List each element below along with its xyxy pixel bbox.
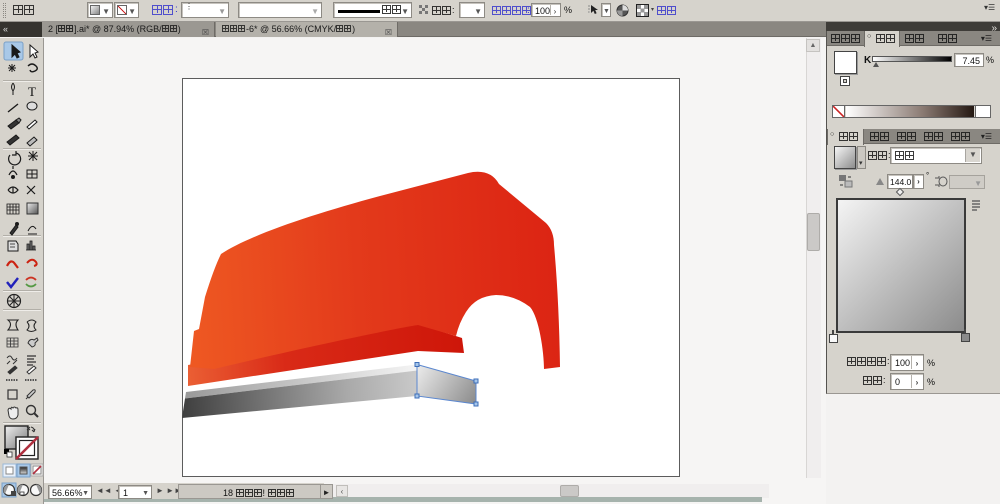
svg-text:T: T	[28, 84, 36, 99]
